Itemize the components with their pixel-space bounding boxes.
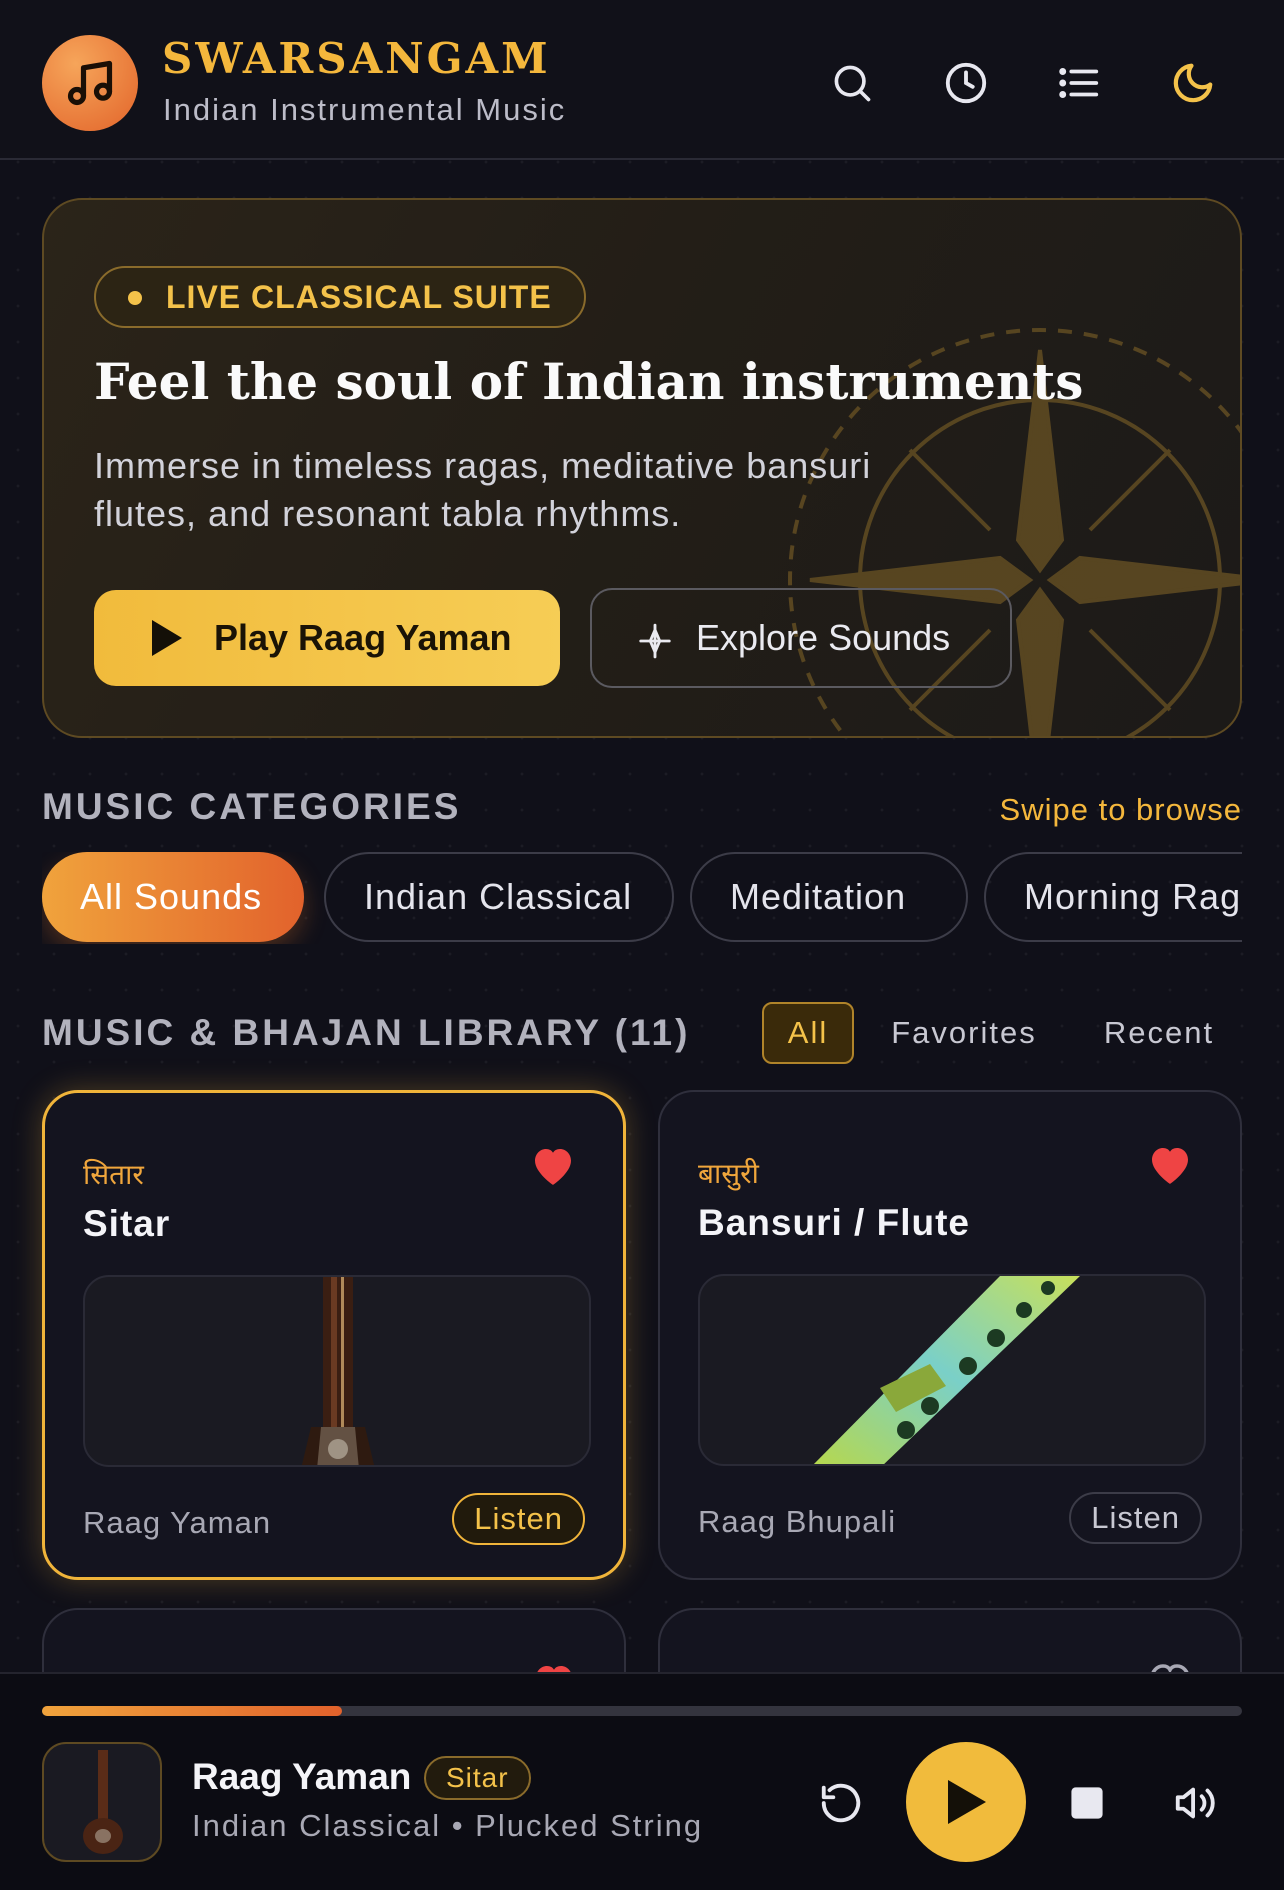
chip-all-sounds[interactable]: All Sounds <box>42 852 304 942</box>
listen-button[interactable]: Listen <box>452 1493 585 1545</box>
chip-label: Indian Classical <box>364 876 633 917</box>
listen-button[interactable]: Listen <box>1069 1492 1202 1544</box>
card-native-name: सितार <box>83 1158 144 1191</box>
now-playing-title: Raag Yaman <box>192 1756 412 1797</box>
heart-filled-icon[interactable] <box>1146 1142 1194 1191</box>
categories-title: MUSIC CATEGORIES <box>42 786 462 827</box>
tab-all[interactable]: All <box>762 1002 854 1064</box>
now-playing-subtitle: Indian Classical • Plucked String <box>192 1808 704 1843</box>
explore-sounds-button[interactable]: Explore Sounds <box>590 588 1012 688</box>
app-header: SWARSANGAM Indian Instrumental Music <box>0 0 1284 160</box>
sitar-image <box>83 1275 591 1467</box>
card-native-name: बासुरी <box>698 1157 759 1190</box>
flute-image <box>698 1274 1206 1466</box>
live-badge-label: LIVE CLASSICAL SUITE <box>166 279 552 315</box>
now-playing-tag: Sitar <box>424 1756 531 1800</box>
search-icon[interactable] <box>827 58 877 108</box>
card-title: Sitar <box>83 1203 171 1244</box>
compass-icon <box>636 622 674 669</box>
library-title: MUSIC & BHAJAN LIBRARY (11) <box>42 1012 691 1053</box>
playback-progress-fill <box>42 1706 342 1716</box>
now-playing-bar: Raag Yaman Sitar Indian Classical • Pluc… <box>0 1672 1284 1890</box>
list-icon[interactable] <box>1054 58 1104 108</box>
heart-filled-icon[interactable] <box>529 1143 577 1192</box>
music-note-logo-icon <box>42 35 138 131</box>
instrument-card-bansuri[interactable]: बासुरी Bansuri / Flute Raag Bhupali List… <box>658 1090 1242 1580</box>
chip-label: Meditation <box>730 876 907 917</box>
swipe-hint: Swipe to browse <box>999 792 1242 827</box>
tab-recent[interactable]: Recent <box>1092 1002 1226 1064</box>
hero-title: Feel the soul of Indian instruments <box>94 352 1084 411</box>
stop-icon[interactable] <box>1062 1778 1112 1828</box>
now-playing-thumbnail <box>42 1742 162 1862</box>
play-raag-label: Play Raag Yaman <box>214 617 512 658</box>
brand-tagline: Indian Instrumental Music <box>163 92 567 127</box>
live-dot-icon <box>128 291 142 305</box>
chip-label: Morning Rag <box>1024 876 1242 917</box>
chip-label: All Sounds <box>80 876 263 917</box>
category-chips: All Sounds Indian Classical Meditation M… <box>42 852 1242 944</box>
hero-description: Immerse in timeless ragas, meditative ba… <box>94 445 872 534</box>
playback-progress[interactable] <box>42 1706 1242 1716</box>
chip-meditation[interactable]: Meditation <box>690 852 968 942</box>
live-badge: LIVE CLASSICAL SUITE <box>94 266 586 328</box>
instrument-card-sitar[interactable]: सितार Sitar Raag Yaman Listen <box>42 1090 626 1580</box>
history-icon[interactable] <box>941 58 991 108</box>
app-frame: SWARSANGAM Indian Instrumental Music LIV… <box>0 0 1284 1890</box>
chip-indian-classical[interactable]: Indian Classical <box>324 852 674 942</box>
card-raag: Raag Yaman <box>83 1505 272 1540</box>
play-raag-button[interactable]: Play Raag Yaman <box>94 590 560 686</box>
play-icon <box>152 620 182 656</box>
brand-name: SWARSANGAM <box>162 34 551 83</box>
play-icon <box>948 1780 986 1824</box>
card-raag: Raag Bhupali <box>698 1504 897 1539</box>
play-pause-button[interactable] <box>906 1742 1026 1862</box>
card-title: Bansuri / Flute <box>698 1202 970 1243</box>
explore-sounds-label: Explore Sounds <box>696 617 951 658</box>
chip-morning-rag[interactable]: Morning Rag <box>984 852 1242 942</box>
replay-icon[interactable] <box>816 1778 866 1828</box>
volume-icon[interactable] <box>1168 1778 1222 1828</box>
hero-banner: LIVE CLASSICAL SUITE Feel the soul of In… <box>42 198 1242 738</box>
tab-favorites[interactable]: Favorites <box>880 1002 1048 1064</box>
moon-icon[interactable] <box>1168 58 1218 108</box>
